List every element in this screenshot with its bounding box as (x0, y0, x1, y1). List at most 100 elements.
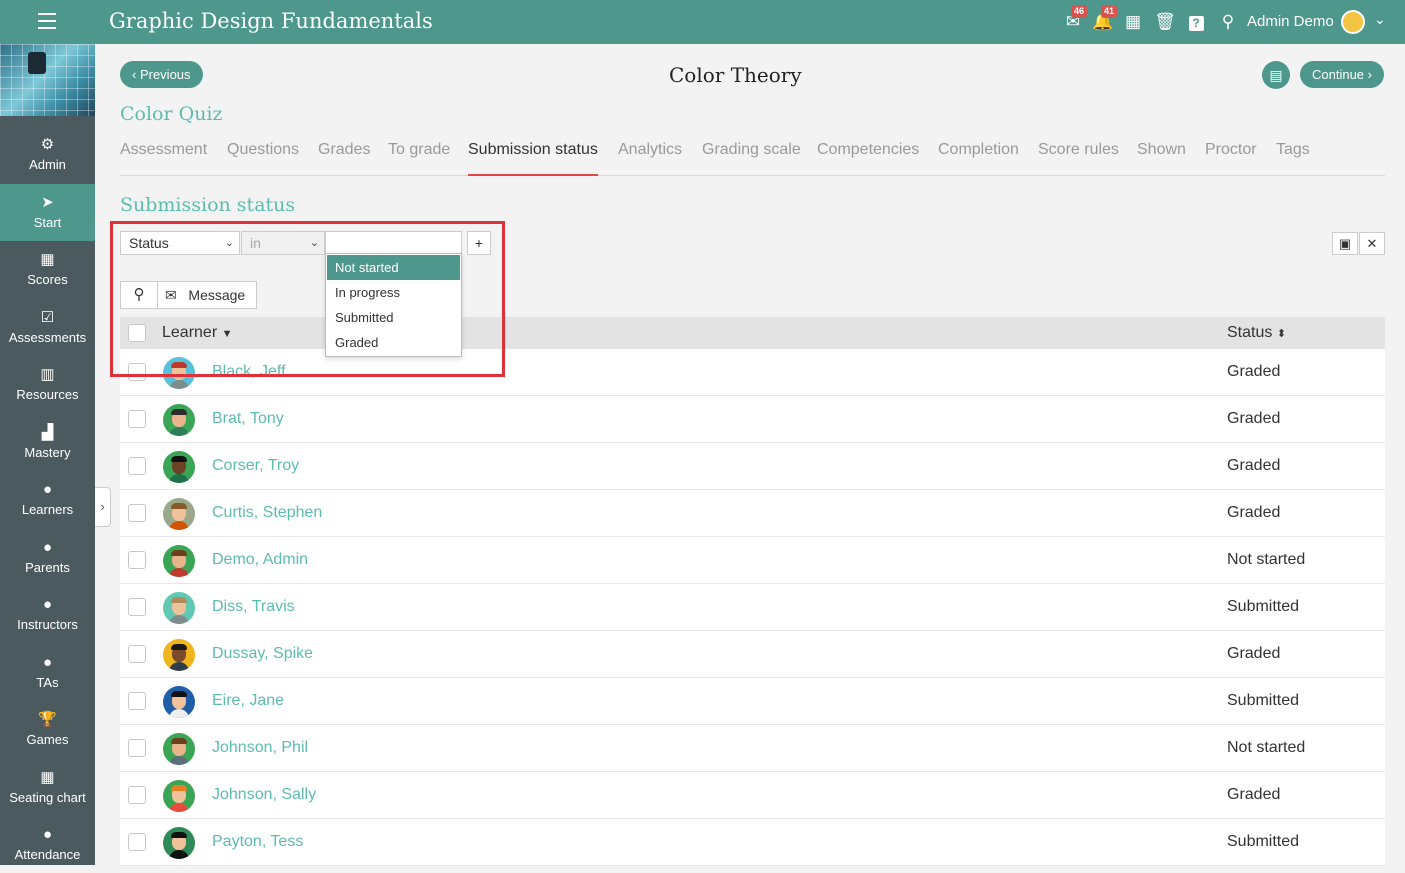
tab-questions[interactable]: Questions (227, 141, 299, 176)
sidebar-item-admin[interactable]: ⚙ Admin (0, 126, 95, 183)
learner-name-link[interactable]: Corser, Troy (212, 457, 299, 475)
search-icon[interactable]: ⚲ (1216, 10, 1240, 34)
learner-name-link[interactable]: Dussay, Spike (212, 645, 313, 663)
tab-assessment[interactable]: Assessment (120, 141, 207, 176)
learner-avatar (163, 451, 195, 483)
tab-proctor[interactable]: Proctor (1205, 141, 1257, 176)
sidebar-item-label: Parents (25, 559, 70, 575)
calendar-icon[interactable]: ▦ (1121, 10, 1145, 34)
sidebar-item-resources[interactable]: ▥ Resources (0, 356, 95, 413)
tab-completion[interactable]: Completion (938, 141, 1019, 176)
sidebar-item-mastery[interactable]: ▟ Mastery (0, 414, 95, 471)
section-title: Submission status (120, 194, 296, 216)
row-checkbox[interactable] (128, 739, 146, 757)
search-icon[interactable]: ⚲ (121, 282, 158, 308)
help-icon[interactable]: ? (1184, 10, 1208, 34)
learner-avatar (163, 545, 195, 577)
table-row: Corser, Troy Graded (120, 443, 1385, 490)
tab-grades[interactable]: Grades (318, 141, 370, 176)
learner-name-link[interactable]: Payton, Tess (212, 833, 303, 851)
row-checkbox[interactable] (128, 833, 146, 851)
row-checkbox[interactable] (128, 692, 146, 710)
learner-name-link[interactable]: Johnson, Sally (212, 786, 316, 804)
tab-submission-status[interactable]: Submission status (468, 141, 598, 176)
bell-icon[interactable]: 🔔 41 (1091, 5, 1118, 34)
course-logo[interactable] (0, 44, 95, 116)
sidebar-item-seating-chart[interactable]: ▦ Seating chart (0, 759, 95, 816)
chevron-down-icon: ⌄ (224, 237, 234, 249)
learner-avatar (163, 827, 195, 859)
sidebar-item-games[interactable]: 🏆 Games (0, 701, 95, 758)
sidebar-item-attendance[interactable]: ● Attendance (0, 816, 95, 873)
status-column-header[interactable]: Status ⬍ (1227, 324, 1286, 342)
submission-status: Submitted (1227, 692, 1300, 709)
learner-name-link[interactable]: Johnson, Phil (212, 739, 308, 757)
save-filter-icon[interactable]: ▣ (1332, 232, 1358, 255)
sidebar-item-scores[interactable]: ▦ Scores (0, 241, 95, 298)
tab-tags[interactable]: Tags (1276, 141, 1310, 176)
submission-status: Graded (1227, 504, 1281, 521)
row-checkbox[interactable] (128, 598, 146, 616)
continue-button[interactable]: Continue › (1300, 61, 1384, 88)
row-checkbox[interactable] (128, 363, 146, 381)
tab-to-grade[interactable]: To grade (388, 141, 450, 176)
tab-shown[interactable]: Shown (1137, 141, 1186, 176)
chevron-right-icon: › (1364, 67, 1372, 82)
sidebar-item-parents[interactable]: ● Parents (0, 529, 95, 586)
close-filter-icon[interactable]: ✕ (1359, 232, 1385, 255)
user-name[interactable]: Admin Demo (1247, 13, 1334, 30)
envelope-icon: ✉ (165, 287, 189, 303)
learner-name-link[interactable]: Eire, Jane (212, 692, 284, 710)
row-checkbox[interactable] (128, 457, 146, 475)
mail-icon[interactable]: ✉ 46 (1061, 5, 1088, 34)
sidebar-item-label: Assessments (8, 329, 87, 345)
tab-grading-scale[interactable]: Grading scale (702, 141, 801, 176)
learner-name-link[interactable]: Brat, Tony (212, 410, 284, 428)
add-filter-button[interactable]: + (467, 231, 491, 255)
dropdown-option-not-started[interactable]: Not started (327, 255, 460, 280)
table-row: Johnson, Sally Graded (120, 772, 1385, 819)
sidebar: ⚙ Admin ➤ Start ▦ Scores ☑ Assessments ▥ Resource… (0, 44, 95, 865)
person-icon: ● (42, 481, 53, 498)
filter-field-select[interactable]: Status ⌄ (120, 231, 240, 255)
filter-value-select[interactable] (325, 231, 462, 255)
trash-icon[interactable]: 🗑 (1153, 10, 1177, 34)
learner-name-link[interactable]: Diss, Travis (212, 598, 295, 616)
sidebar-item-assessments[interactable]: ☑ Assessments (0, 299, 95, 356)
learner-name-link[interactable]: Demo, Admin (212, 551, 308, 569)
submission-status: Graded (1227, 410, 1281, 427)
tab-analytics[interactable]: Analytics (618, 141, 682, 176)
sidebar-item-tas[interactable]: ● TAs (0, 644, 95, 701)
sidebar-item-instructors[interactable]: ● Instructors (0, 586, 95, 643)
learner-column-header[interactable]: Learner ▼ (162, 324, 233, 342)
tab-competencies[interactable]: Competencies (817, 141, 919, 176)
sidebar-item-learners[interactable]: ● Learners (0, 471, 95, 528)
dropdown-option-in-progress[interactable]: In progress (327, 280, 460, 305)
notebook-icon[interactable]: ▤ (1262, 61, 1290, 89)
checkbox-icon: ☑ (40, 308, 55, 326)
learner-avatar (163, 686, 195, 718)
learner-avatar (163, 357, 195, 389)
hamburger-menu-icon[interactable] (38, 13, 56, 29)
tab-score-rules[interactable]: Score rules (1038, 141, 1119, 176)
sidebar-collapse-toggle[interactable]: › (95, 487, 111, 527)
row-checkbox[interactable] (128, 410, 146, 428)
table-row: Diss, Travis Submitted (120, 584, 1385, 631)
sidebar-item-start[interactable]: ➤ Start (0, 183, 95, 241)
dropdown-option-graded[interactable]: Graded (327, 330, 460, 355)
gear-icon: ⚙ (40, 136, 55, 153)
row-checkbox[interactable] (128, 786, 146, 804)
row-checkbox[interactable] (128, 504, 146, 522)
filter-operator-select[interactable]: in ⌄ (241, 231, 325, 255)
chevron-down-icon[interactable]: ⌄ (1374, 11, 1386, 28)
message-button[interactable]: ✉ Message (165, 282, 245, 308)
learner-name-link[interactable]: Black, Jeff (212, 363, 286, 381)
row-checkbox[interactable] (128, 551, 146, 569)
select-all-checkbox[interactable] (128, 324, 146, 342)
previous-button[interactable]: ‹ Previous (120, 61, 203, 88)
learner-name-link[interactable]: Curtis, Stephen (212, 504, 322, 522)
grid-icon: ▦ (40, 251, 55, 268)
user-avatar[interactable] (1341, 10, 1365, 34)
dropdown-option-submitted[interactable]: Submitted (327, 305, 460, 330)
row-checkbox[interactable] (128, 645, 146, 663)
